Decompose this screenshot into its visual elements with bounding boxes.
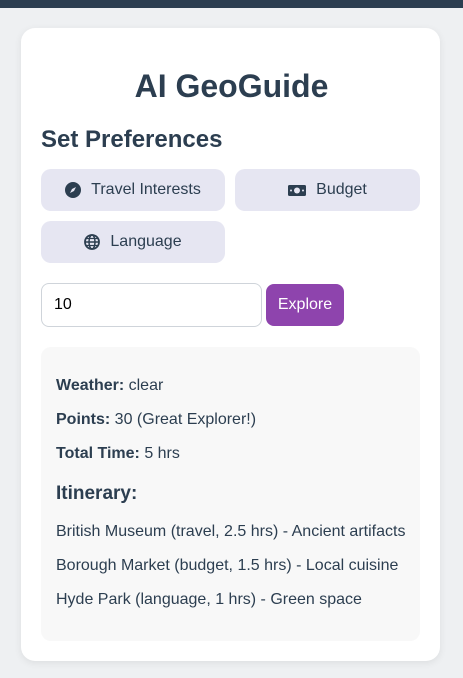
points-value: 30 (Great Explorer!): [114, 411, 257, 428]
globe-icon: [84, 234, 101, 250]
total-time-label: Total Time:: [56, 445, 140, 462]
page-title: AI GeoGuide: [134, 68, 329, 104]
explore-button[interactable]: Explore: [266, 284, 344, 326]
budget-label: Budget: [316, 181, 367, 198]
budget-button[interactable]: Budget: [235, 169, 420, 211]
weather-label: Weather:: [56, 377, 125, 394]
money-bill-icon: [288, 182, 307, 198]
itinerary-item: Hyde Park (language, 1 hrs) - Green spac…: [56, 591, 362, 608]
number-input[interactable]: [41, 283, 262, 327]
weather-value: clear: [128, 377, 164, 394]
travel-interests-label: Travel Interests: [91, 181, 201, 198]
points-line: Points: 30 (Great Explorer!): [56, 411, 256, 429]
itinerary-item: Borough Market (budget, 1.5 hrs) - Local…: [56, 557, 399, 574]
points-label: Points:: [56, 411, 111, 428]
itinerary-heading: Itinerary:: [56, 483, 138, 504]
preferences-heading: Set Preferences: [41, 126, 223, 153]
compass-icon: [65, 182, 82, 198]
language-button[interactable]: Language: [41, 221, 225, 263]
top-bar: [0, 0, 463, 8]
weather-line: Weather: clear: [56, 377, 163, 395]
total-time-value: 5 hrs: [144, 445, 180, 462]
itinerary-item: British Museum (travel, 2.5 hrs) - Ancie…: [56, 523, 406, 540]
language-label: Language: [110, 233, 182, 250]
total-time-line: Total Time: 5 hrs: [56, 445, 180, 463]
travel-interests-button[interactable]: Travel Interests: [41, 169, 225, 211]
